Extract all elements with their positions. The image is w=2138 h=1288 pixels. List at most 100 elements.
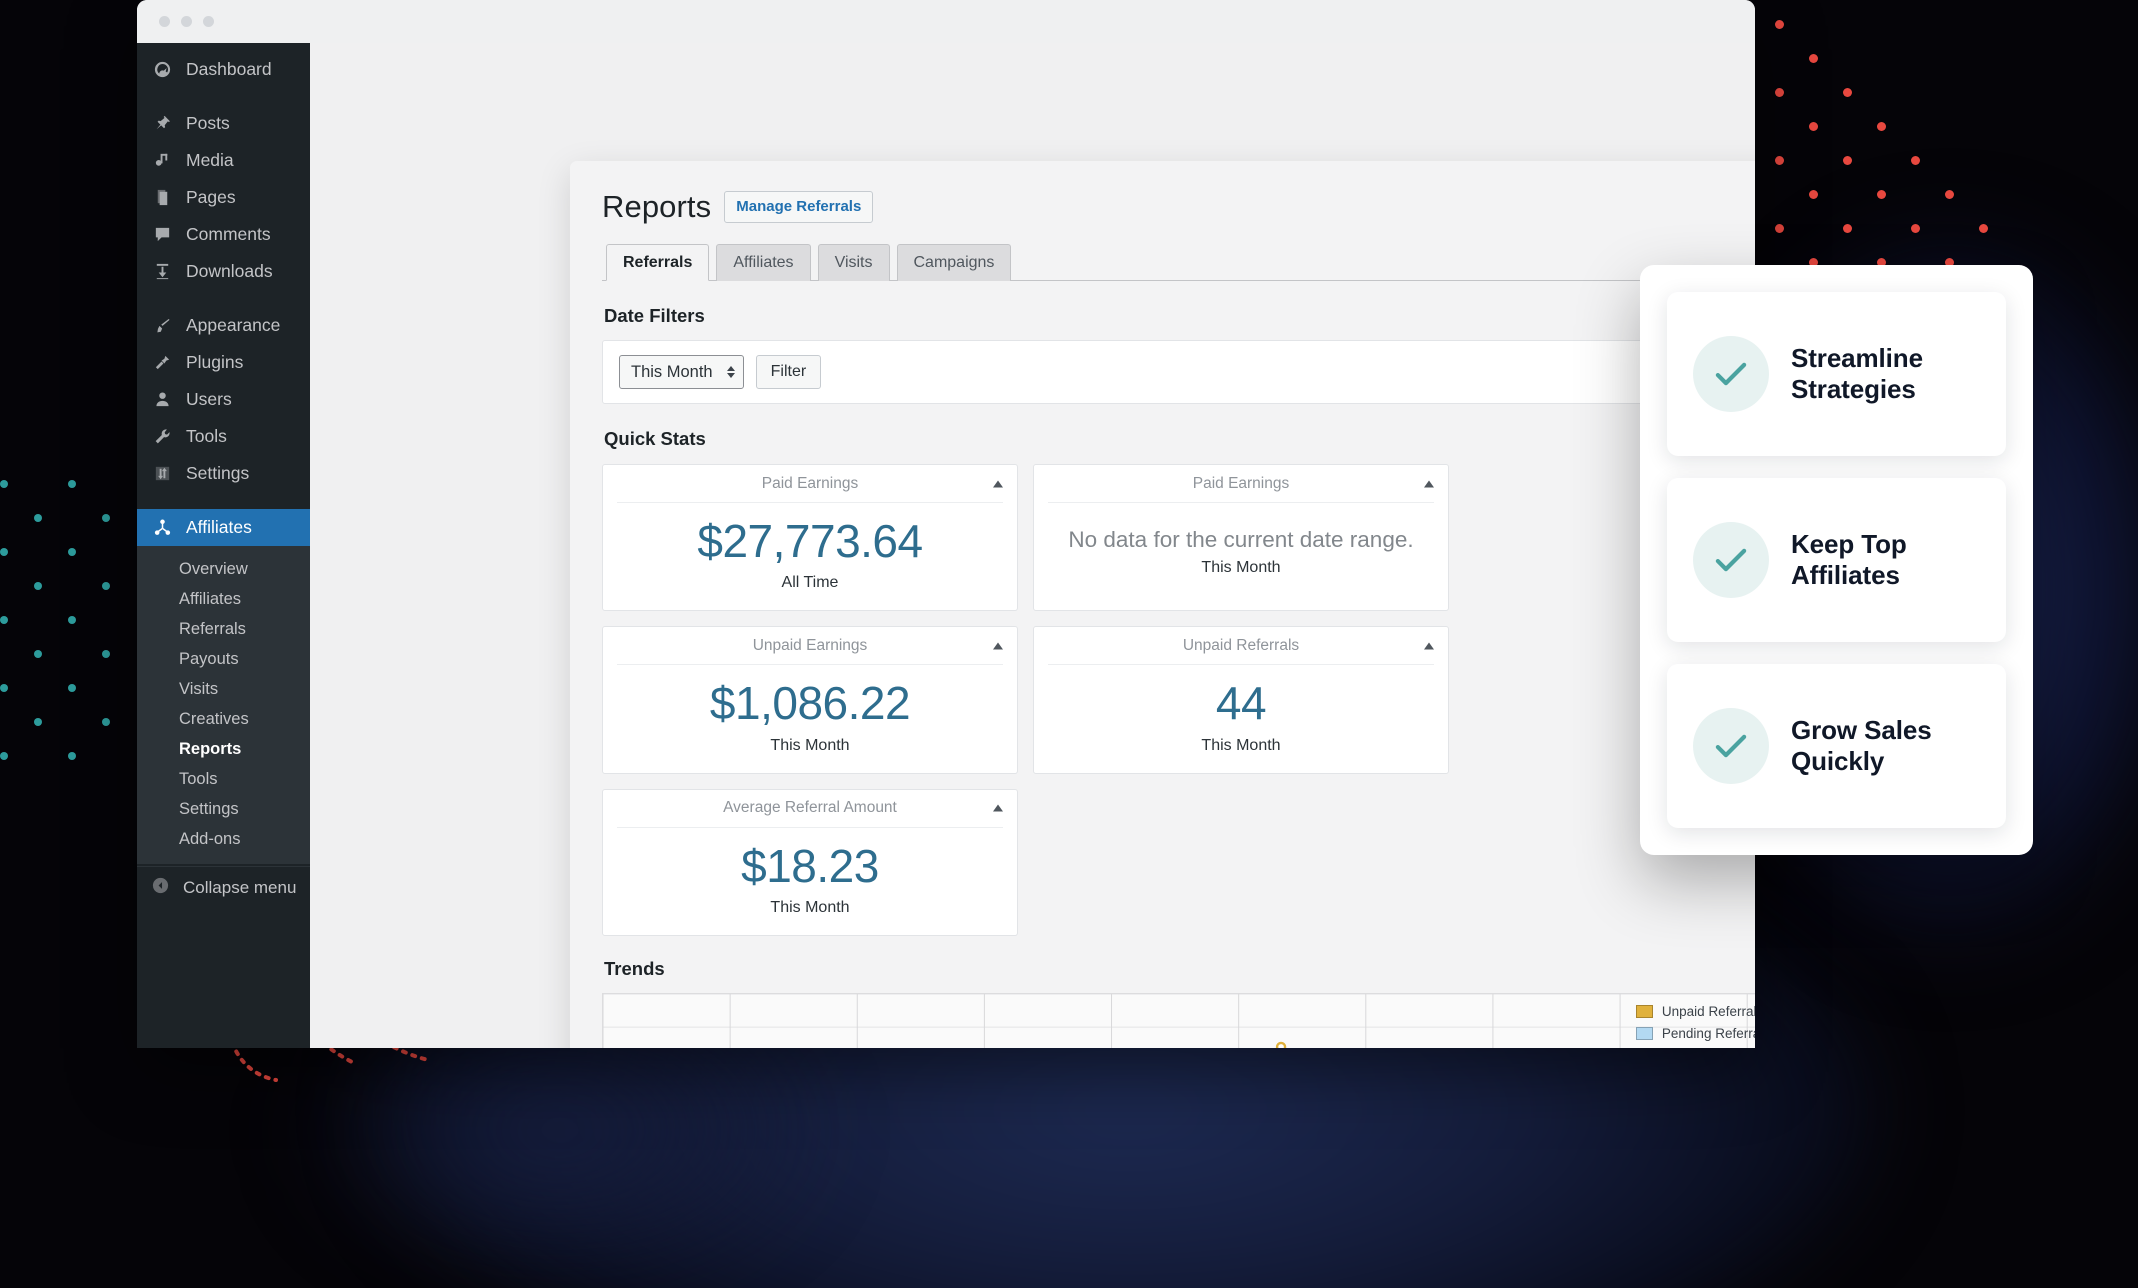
decorative-dot bbox=[0, 480, 8, 488]
stat-card-subtitle: All Time bbox=[781, 574, 839, 592]
caret-up-icon[interactable] bbox=[1424, 480, 1434, 487]
trends-title: Trends bbox=[604, 957, 665, 979]
report-tabs[interactable]: Referrals Affiliates Visits Campaigns bbox=[602, 243, 1755, 281]
stat-card: Paid Earnings $27,773.64 All Time bbox=[602, 464, 1018, 612]
decorative-dot bbox=[1775, 156, 1784, 165]
sidebar-item-label: Media bbox=[186, 150, 234, 170]
sidebar-subitem-add-ons[interactable]: Add-ons bbox=[137, 824, 310, 854]
downloads-icon bbox=[151, 261, 173, 283]
decorative-dot bbox=[102, 650, 110, 658]
decorative-teal-dot-grid bbox=[0, 480, 130, 760]
decorative-dot bbox=[1979, 224, 1988, 233]
sidebar-item-appearance[interactable]: Appearance bbox=[137, 307, 310, 344]
tab-campaigns[interactable]: Campaigns bbox=[896, 244, 1012, 281]
feature-card[interactable]: Grow Sales Quickly bbox=[1667, 664, 2006, 828]
sidebar-subitem-visits[interactable]: Visits bbox=[137, 674, 310, 704]
manage-referrals-button[interactable]: Manage Referrals bbox=[724, 191, 874, 223]
sidebar-item-label: Downloads bbox=[186, 261, 273, 281]
date-filter-bar: This Month Filter bbox=[602, 340, 1755, 404]
screenshot-stage: Dashboard Posts Media Pages Comments Dow… bbox=[0, 0, 2138, 1288]
stat-card-value: $27,773.64 bbox=[697, 515, 923, 567]
stat-card: Paid Earnings No data for the current dat… bbox=[1033, 464, 1449, 612]
pages-icon bbox=[151, 187, 173, 209]
caret-up-icon[interactable] bbox=[993, 480, 1003, 487]
stat-card-label: Paid Earnings bbox=[1192, 474, 1290, 492]
sidebar-subitem-reports[interactable]: Reports bbox=[137, 734, 310, 764]
stat-card-body: 44 This Month bbox=[1034, 665, 1448, 772]
sidebar-item-posts[interactable]: Posts bbox=[137, 105, 310, 142]
window-maximize-dot[interactable] bbox=[203, 16, 214, 27]
sidebar-subitem-tools[interactable]: Tools bbox=[137, 764, 310, 794]
stat-card-body: $18.23 This Month bbox=[603, 828, 1017, 935]
trends-chart[interactable]: Unpaid Referral Earnings Pending Referral… bbox=[602, 992, 1755, 1048]
legend-item[interactable]: Unpaid Referral Earnings bbox=[1635, 1004, 1755, 1019]
feature-card[interactable]: Streamline Strategies bbox=[1667, 292, 2006, 456]
stat-card-body: $27,773.64 All Time bbox=[603, 503, 1017, 610]
stat-card-header: Paid Earnings bbox=[1048, 465, 1434, 503]
sidebar-item-settings[interactable]: Settings bbox=[137, 455, 310, 492]
caret-up-icon[interactable] bbox=[1424, 642, 1434, 650]
sidebar-item-pages[interactable]: Pages bbox=[137, 179, 310, 216]
stat-card-label: Unpaid Earnings bbox=[752, 636, 868, 654]
sidebar-item-users[interactable]: Users bbox=[137, 381, 310, 418]
sidebar-item-plugins[interactable]: Plugins bbox=[137, 344, 310, 381]
sidebar-item-affiliates[interactable]: Affiliates bbox=[137, 509, 310, 546]
decorative-dot bbox=[102, 582, 110, 590]
stat-card-label: Average Referral Amount bbox=[723, 799, 897, 817]
sidebar-subitem-settings[interactable]: Settings bbox=[137, 794, 310, 824]
reports-panel: Reports Manage Referrals Referrals Affili… bbox=[570, 161, 1755, 1048]
caret-up-icon[interactable] bbox=[993, 804, 1003, 812]
trends-section: Trends Unpaid Referral Earnings Pending R… bbox=[602, 958, 1755, 1048]
date-range-select[interactable]: This Month bbox=[619, 355, 744, 389]
window-minimize-dot[interactable] bbox=[181, 16, 192, 27]
sidebar-subitem-payouts[interactable]: Payouts bbox=[137, 644, 310, 674]
legend-item[interactable]: Pending Referral Earnings bbox=[1635, 1025, 1755, 1041]
chart-legend: Unpaid Referral Earnings Pending Referral… bbox=[1635, 1004, 1755, 1048]
sidebar-item-dashboard[interactable]: Dashboard bbox=[137, 51, 310, 88]
media-icon bbox=[151, 150, 173, 172]
sidebar-item-label: Comments bbox=[186, 224, 271, 244]
sidebar-subitem-affiliates[interactable]: Affiliates bbox=[137, 584, 310, 614]
stat-card-subtitle: This Month bbox=[770, 898, 850, 916]
check-icon bbox=[1693, 522, 1769, 598]
chevron-updown-icon bbox=[726, 366, 735, 378]
decorative-dot bbox=[1877, 122, 1886, 131]
sidebar-item-label: Plugins bbox=[186, 352, 244, 372]
sidebar-item-downloads[interactable]: Downloads bbox=[137, 253, 310, 290]
decorative-dot bbox=[34, 514, 42, 522]
decorative-red-dot-grid bbox=[1775, 20, 2005, 335]
quick-stats-grid: Paid Earnings $27,773.64 All Time Paid Earn… bbox=[602, 464, 1755, 936]
decorative-dot bbox=[34, 718, 42, 726]
date-filters-title: Date Filters bbox=[604, 305, 705, 326]
stat-card-value: $18.23 bbox=[741, 839, 879, 892]
tab-referrals[interactable]: Referrals bbox=[606, 244, 710, 281]
decorative-dot bbox=[68, 616, 76, 624]
sidebar-submenu[interactable]: Overview Affiliates Referrals Payouts Visits… bbox=[137, 546, 310, 864]
collapse-menu-label: Collapse menu bbox=[183, 877, 297, 897]
caret-up-icon[interactable] bbox=[993, 642, 1003, 650]
tab-affiliates[interactable]: Affiliates bbox=[716, 244, 811, 281]
reports-header: Reports Manage Referrals bbox=[602, 189, 1755, 225]
sidebar-item-comments[interactable]: Comments bbox=[137, 216, 310, 253]
collapse-menu-button[interactable]: Collapse menu bbox=[137, 866, 310, 908]
tab-visits[interactable]: Visits bbox=[817, 244, 890, 281]
wp-admin-sidebar[interactable]: Dashboard Posts Media Pages Comments Dow… bbox=[137, 43, 310, 1048]
window-close-dot[interactable] bbox=[159, 16, 170, 27]
filter-button[interactable]: Filter bbox=[755, 355, 822, 389]
comments-icon bbox=[151, 224, 173, 246]
sidebar-subitem-overview[interactable]: Overview bbox=[137, 554, 310, 584]
pin-icon bbox=[151, 113, 173, 135]
feature-card[interactable]: Keep Top Affiliates bbox=[1667, 478, 2006, 642]
page-title: Reports bbox=[602, 189, 712, 224]
sidebar-item-media[interactable]: Media bbox=[137, 142, 310, 179]
sidebar-subitem-referrals[interactable]: Referrals bbox=[137, 614, 310, 644]
decorative-dot bbox=[68, 684, 76, 692]
brush-icon bbox=[151, 315, 173, 337]
sidebar-subitem-creatives[interactable]: Creatives bbox=[137, 704, 310, 734]
sidebar-item-tools[interactable]: Tools bbox=[137, 418, 310, 455]
stat-card-subtitle: This Month bbox=[770, 736, 850, 754]
user-icon bbox=[151, 389, 173, 411]
sidebar-item-label: Posts bbox=[186, 113, 230, 133]
legend-label: Pending Referral Earnings bbox=[1661, 1025, 1755, 1041]
stat-card: Unpaid Referrals 44 This Month bbox=[1033, 626, 1449, 774]
